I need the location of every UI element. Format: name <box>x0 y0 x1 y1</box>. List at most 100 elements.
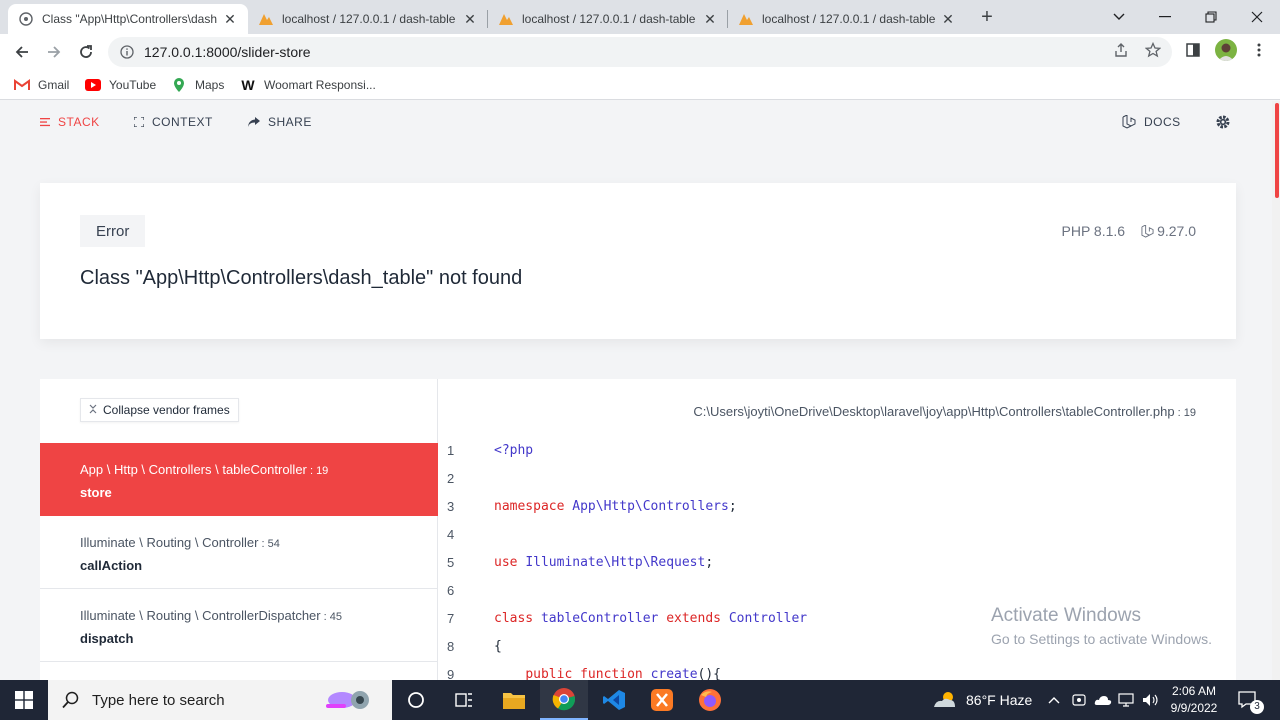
side-panel-icon[interactable] <box>1184 41 1202 59</box>
cortana-icon <box>408 692 424 708</box>
task-view-button[interactable] <box>440 680 488 720</box>
error-badge: Error <box>80 215 146 247</box>
line-number: 7 <box>447 611 455 626</box>
code-line: 5 use Illuminate\Http\Request; <box>439 555 1236 583</box>
tray-overflow-button[interactable] <box>1048 680 1060 720</box>
weather-widget[interactable]: 86°F Haze <box>932 680 1032 720</box>
tab-close-icon[interactable]: ✕ <box>222 11 238 28</box>
code-line: 9 public function create(){ <box>439 667 1236 680</box>
cloud-icon <box>1094 696 1112 705</box>
bookmark-youtube[interactable]: YouTube <box>85 75 156 95</box>
settings-button[interactable] <box>1215 114 1231 133</box>
meet-icon <box>1072 694 1086 706</box>
taskbar-file-explorer[interactable] <box>490 680 538 720</box>
start-button[interactable] <box>0 680 48 720</box>
nav-docs[interactable]: DOCS <box>1122 115 1181 129</box>
tray-onedrive[interactable] <box>1094 680 1112 720</box>
url-text: 127.0.0.1:8000/slider-store <box>144 44 311 60</box>
windows-logo-icon <box>15 691 33 709</box>
bookmark-label: Woomart Responsi... <box>264 78 376 92</box>
line-number: 9 <box>447 667 455 680</box>
nav-share[interactable]: SHARE <box>248 115 312 129</box>
clock-date: 9/9/2022 <box>1170 701 1218 715</box>
stack-frame[interactable]: App \ Http \ Controllers \ tableControll… <box>40 443 438 516</box>
bookmark-label: YouTube <box>109 78 157 92</box>
cortana-button[interactable] <box>392 680 440 720</box>
reload-button[interactable] <box>72 38 100 66</box>
stack-icon <box>40 117 50 127</box>
bookmark-maps[interactable]: Maps <box>171 75 224 95</box>
frame-path: App \ Http \ Controllers \ tableControll… <box>80 462 307 477</box>
browser-tab[interactable]: localhost / 127.0.0.1 / dash-table ✕ <box>488 4 728 34</box>
line-number: 1 <box>447 443 455 458</box>
restore-button[interactable] <box>1188 0 1234 34</box>
collapse-vendor-frames-button[interactable]: Collapse vendor frames <box>80 398 239 422</box>
tray-volume[interactable] <box>1142 680 1160 720</box>
notification-center-button[interactable]: 3 <box>1238 680 1264 720</box>
taskbar-firefox[interactable] <box>686 680 734 720</box>
laravel-icon <box>1141 224 1154 238</box>
browser-toolbar: 127.0.0.1:8000/slider-store <box>0 34 1280 70</box>
taskbar-search[interactable]: Type here to search <box>48 680 392 720</box>
collapse-icon <box>89 404 97 417</box>
profile-avatar[interactable] <box>1215 39 1237 61</box>
back-button[interactable] <box>8 38 36 66</box>
browser-tab-active[interactable]: Class "App\Http\Controllers\dash ✕ <box>8 4 248 34</box>
arrow-left-icon <box>15 46 28 58</box>
minimize-button[interactable] <box>1142 0 1188 34</box>
stack-frame[interactable]: Illuminate \ Routing \ Controller : 54 c… <box>40 516 438 589</box>
line-source: public function create(){ <box>525 667 722 680</box>
arrow-right-icon <box>48 46 61 58</box>
frame-method: dispatch <box>80 631 134 646</box>
folder-icon <box>503 693 525 709</box>
browser-tab[interactable]: localhost / 127.0.0.1 / dash-table ✕ <box>728 4 966 34</box>
bookmark-woomart[interactable]: W Woomart Responsi... <box>240 75 376 95</box>
frame-path: Illuminate \ Routing \ Controller <box>80 535 259 550</box>
share-page-icon[interactable] <box>1112 41 1130 59</box>
line-number: 6 <box>447 583 455 598</box>
forward-button[interactable] <box>40 38 68 66</box>
tab-title: localhost / 127.0.0.1 / dash-table <box>282 12 456 26</box>
tab-close-icon[interactable]: ✕ <box>462 11 478 28</box>
stack-frame[interactable]: Illuminate \ Routing \ ControllerDispatc… <box>40 589 438 662</box>
collapse-label: Collapse vendor frames <box>103 403 230 417</box>
tab-close-icon[interactable]: ✕ <box>940 11 956 28</box>
tab-search-button[interactable] <box>1096 0 1142 34</box>
frame-method: store <box>80 485 112 500</box>
taskbar-vscode[interactable] <box>590 680 638 720</box>
line-number: 2 <box>447 471 455 486</box>
new-tab-button[interactable]: + <box>976 6 998 28</box>
more-menu-icon[interactable] <box>1250 41 1268 59</box>
notification-count: 3 <box>1250 700 1264 714</box>
bookmark-star-icon[interactable] <box>1144 41 1162 59</box>
address-bar[interactable]: 127.0.0.1:8000/slider-store <box>108 37 1172 67</box>
globe-icon <box>18 11 34 27</box>
taskbar-chrome[interactable] <box>540 680 588 720</box>
chevron-down-icon <box>1113 13 1125 20</box>
browser-tab[interactable]: localhost / 127.0.0.1 / dash-table ✕ <box>248 4 488 34</box>
bookmark-gmail[interactable]: Gmail <box>14 75 69 95</box>
laravel-icon <box>1122 115 1136 129</box>
nav-context[interactable]: CONTEXT <box>134 115 213 129</box>
search-placeholder: Type here to search <box>92 691 225 709</box>
file-line: : 19 <box>1174 407 1196 419</box>
tab-close-icon[interactable]: ✕ <box>702 11 718 28</box>
taskbar-xampp[interactable] <box>638 680 686 720</box>
nav-docs-label: DOCS <box>1144 115 1181 129</box>
taskbar-clock[interactable]: 2:06 AM 9/9/2022 <box>1166 683 1222 717</box>
task-view-icon <box>455 693 472 707</box>
search-icon <box>62 691 79 709</box>
frame-line: : 19 <box>306 465 329 477</box>
close-window-button[interactable] <box>1234 0 1280 34</box>
nav-stack[interactable]: STACK <box>40 115 100 129</box>
scrollbar-thumb[interactable] <box>1275 103 1279 198</box>
search-highlight-icon <box>320 686 382 719</box>
network-icon <box>1118 693 1134 707</box>
tray-meet-now[interactable] <box>1072 680 1086 720</box>
frame-line-number: 45 <box>329 611 343 623</box>
line-source: { <box>494 639 502 654</box>
file-path[interactable]: C:\Users\joyti\OneDrive\Desktop\laravel\… <box>693 404 1196 419</box>
bookmarks-bar: Gmail YouTube Maps W Woomart Responsi... <box>0 70 1280 100</box>
chevron-up-icon <box>1048 697 1060 704</box>
tray-network[interactable] <box>1118 680 1136 720</box>
